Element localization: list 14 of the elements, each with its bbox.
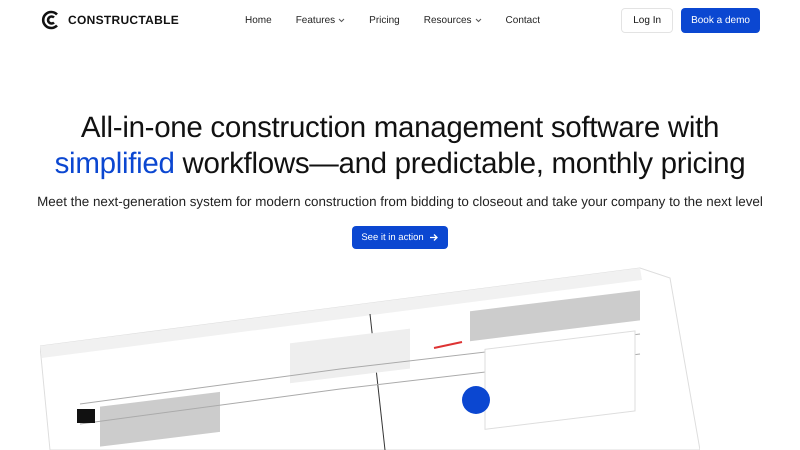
login-button[interactable]: Log In (621, 8, 674, 32)
hero-subtitle: Meet the next-generation system for modern construction from bidding to closeout and take your company to the next level (37, 194, 763, 209)
nav-link[interactable]: Features (296, 14, 346, 26)
nav-link[interactable]: Home (245, 14, 272, 26)
nav-link[interactable]: Pricing (369, 14, 400, 26)
nav-link[interactable]: Contact (506, 14, 540, 26)
arrow-right-icon (428, 232, 439, 242)
book-demo-button[interactable]: Book a demo (681, 8, 760, 32)
see-it-in-action-button[interactable]: See it in action (352, 226, 448, 249)
nav-link[interactable]: Resources (424, 14, 482, 26)
chevron-down-icon (474, 18, 482, 22)
chevron-down-icon (338, 18, 346, 22)
logo-text[interactable]: CONSTRUCTABLE (68, 13, 180, 27)
hero-headline: All-in-one construction management software with simplified workflows—and predictable, monthly pricing (54, 110, 746, 182)
